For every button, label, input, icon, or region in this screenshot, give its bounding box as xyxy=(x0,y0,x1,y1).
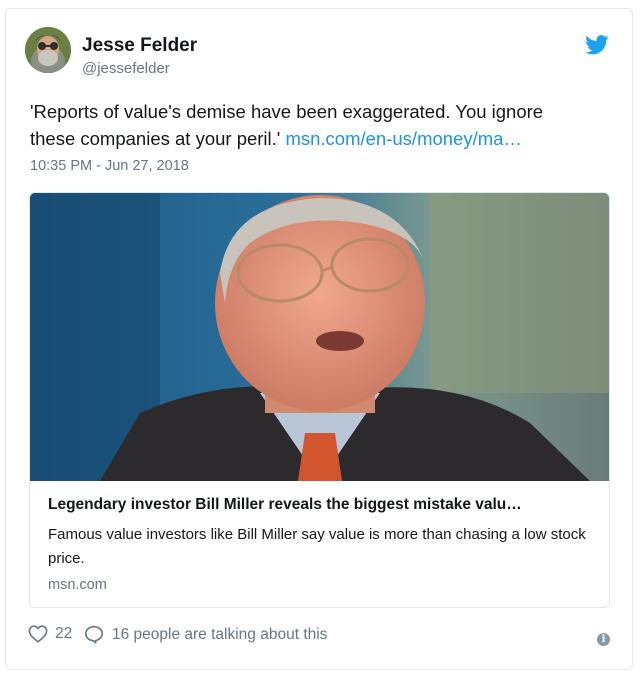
avatar[interactable] xyxy=(25,27,71,73)
author-name[interactable]: Jesse Felder xyxy=(82,35,197,57)
like-count: 22 xyxy=(55,625,73,642)
tweet-text-line1: 'Reports of value's demise have been exa… xyxy=(30,101,544,122)
like-action[interactable]: 22 xyxy=(28,625,72,643)
link-preview-card[interactable]: Legendary investor Bill Miller reveals t… xyxy=(29,192,610,608)
talking-count: 16 people are talking about this xyxy=(112,625,328,643)
author-handle[interactable]: @jessefelder xyxy=(82,60,170,77)
link-card-description: Famous value investors like Bill Miller … xyxy=(48,526,586,567)
link-card-domain: msn.com xyxy=(48,577,107,593)
conversation-action[interactable]: 16 people are talking about this xyxy=(84,625,327,644)
tweet-text-line2: these companies at your peril.' xyxy=(30,128,286,149)
heart-icon[interactable] xyxy=(28,625,48,643)
twitter-bird-icon[interactable] xyxy=(585,34,609,56)
link-card-title[interactable]: Legendary investor Bill Miller reveals t… xyxy=(48,496,522,514)
tweet-timestamp[interactable]: 10:35 PM - Jun 27, 2018 xyxy=(30,158,189,174)
link-preview-image xyxy=(30,193,609,481)
avatar-image xyxy=(25,27,71,73)
speech-bubble-icon[interactable] xyxy=(84,625,104,644)
tweet-text: 'Reports of value's demise have been exa… xyxy=(30,98,610,152)
tweet-link[interactable]: msn.com/en-us/money/ma… xyxy=(285,128,521,149)
info-icon[interactable]: i xyxy=(597,633,610,646)
